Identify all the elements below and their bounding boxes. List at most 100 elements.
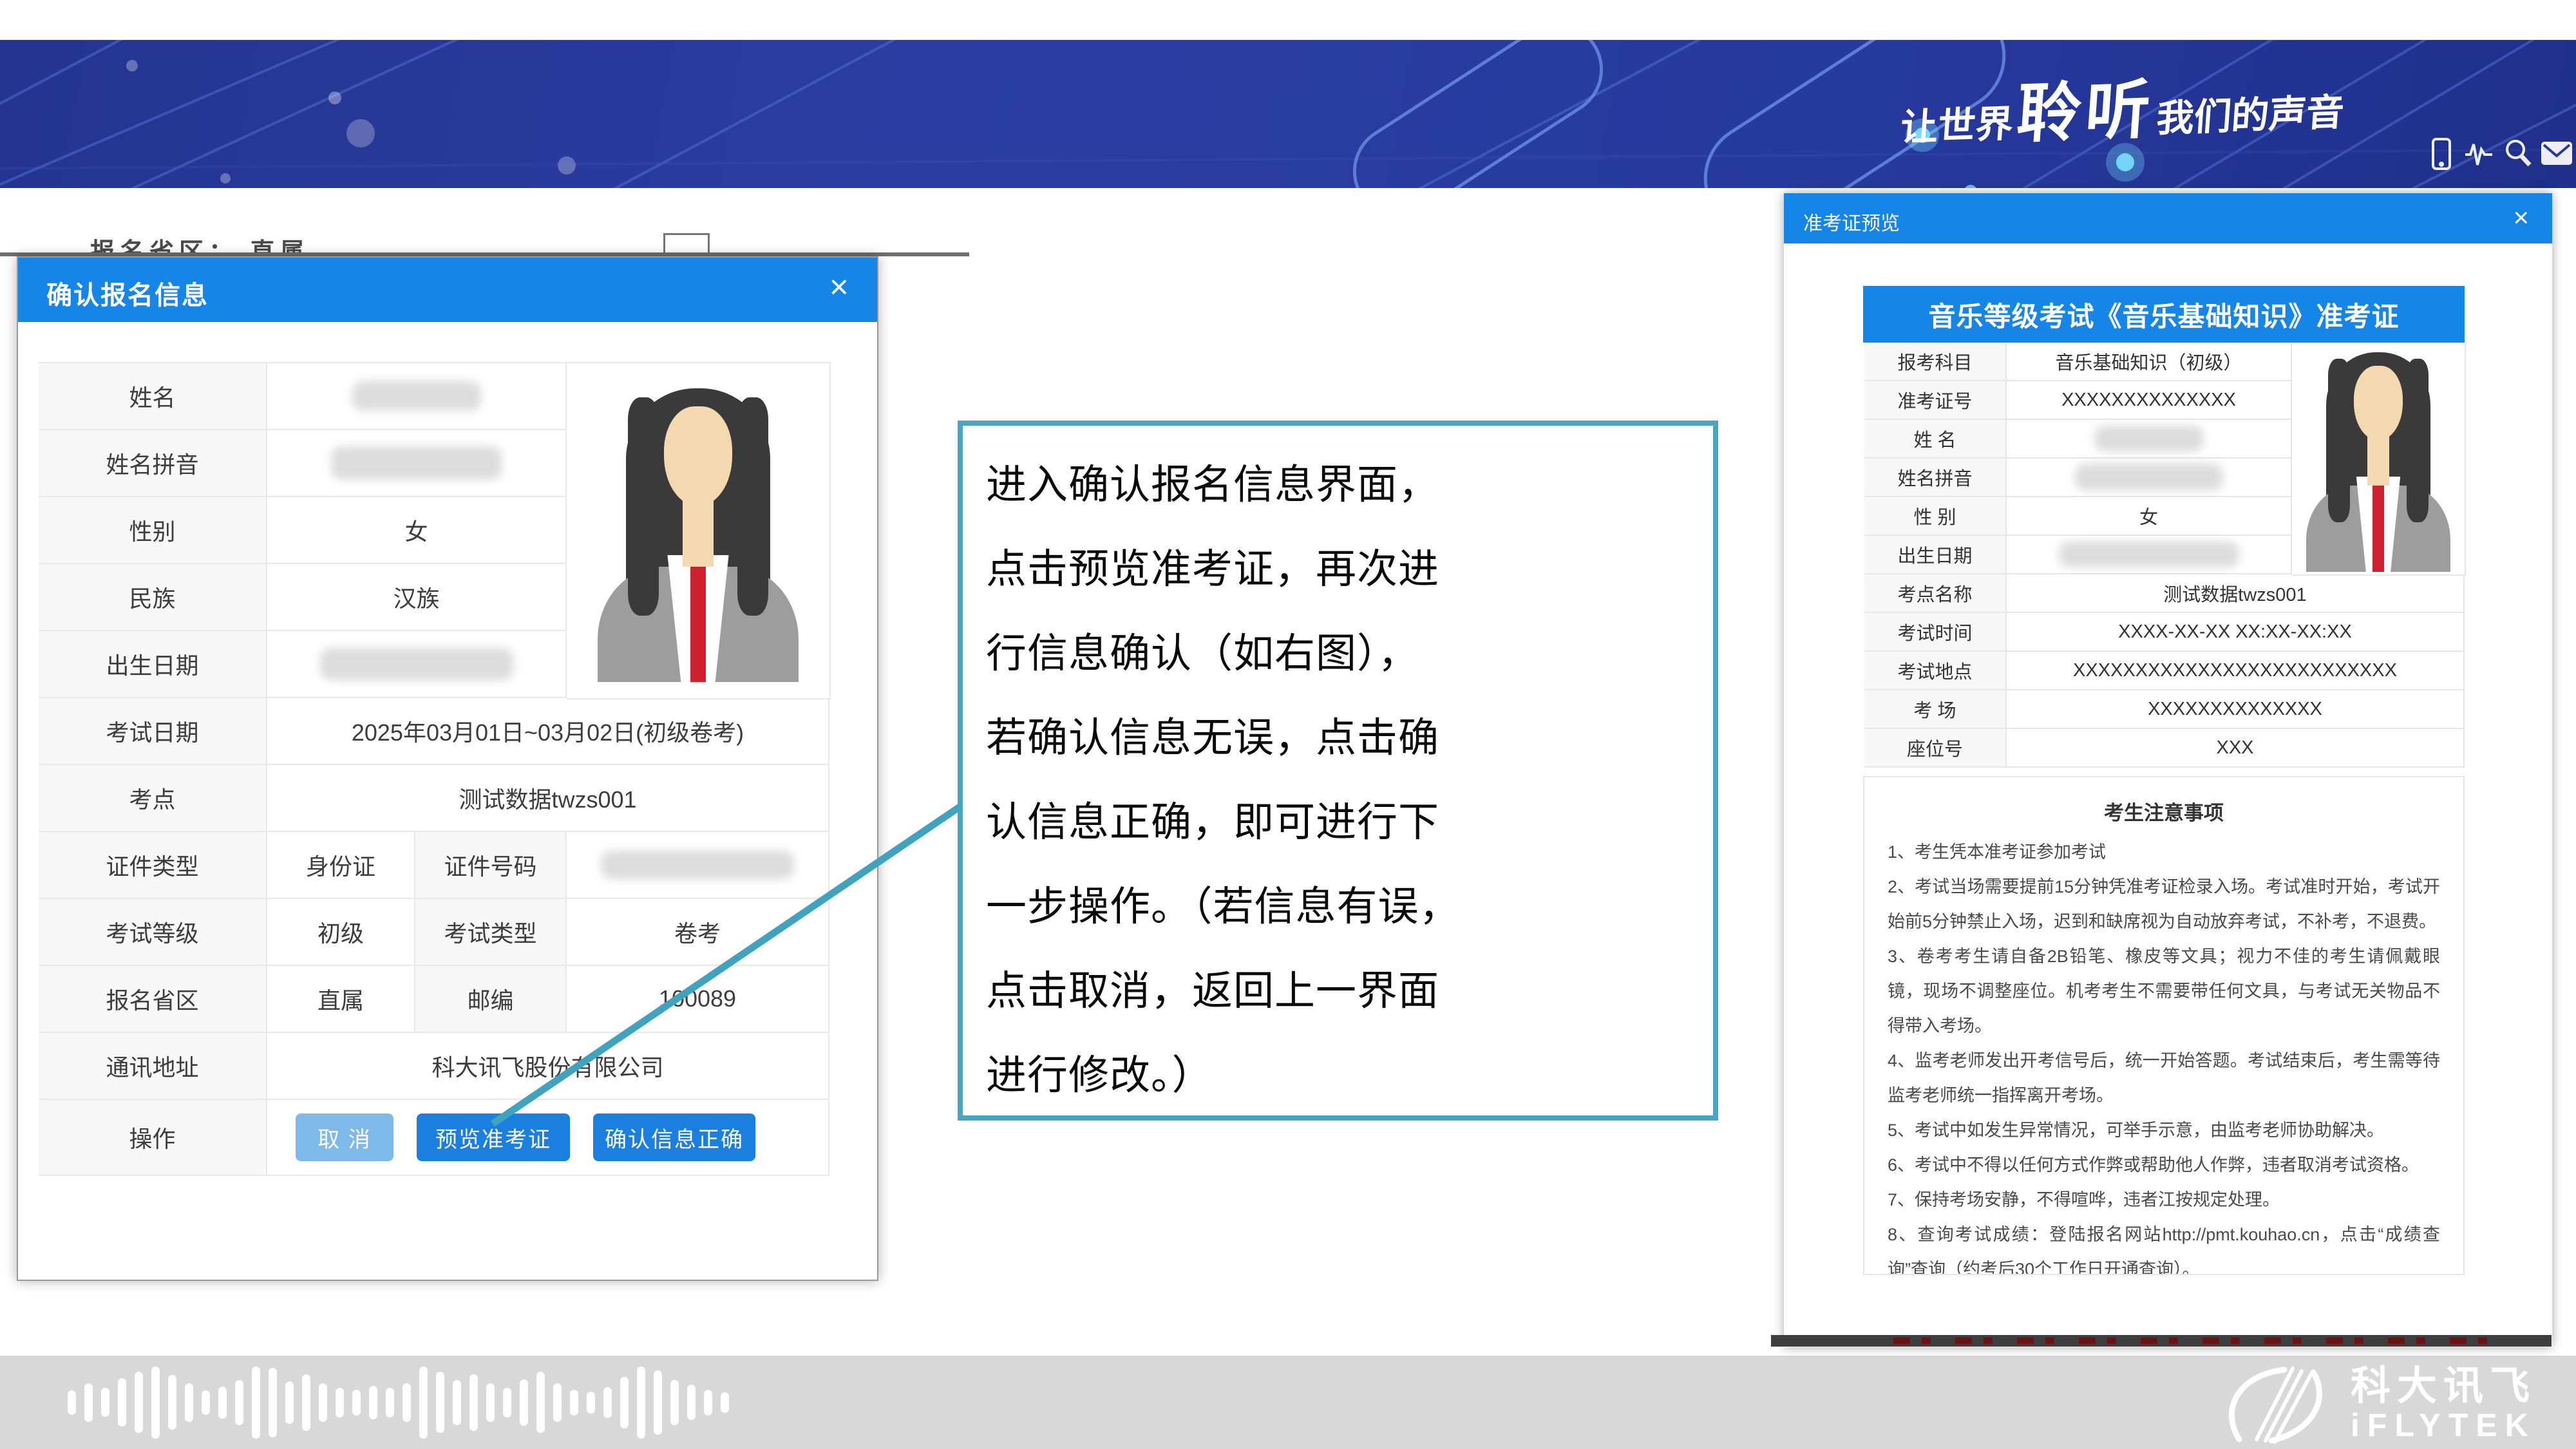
row-label: 报考科目 [1864, 343, 2007, 381]
instruction-text: 进入确认报名信息界面， 点击预览准考证，再次进 行信息确认（如右图）， 若确认信… [986, 442, 1694, 1117]
table-row: 报名省区 直属 邮编 100089 [39, 966, 829, 1033]
note-item: 1、考生凭本准考证参加考试 [1888, 835, 2440, 869]
confirm-info-button[interactable]: 确认信息正确 [593, 1113, 755, 1161]
mobile-icon [2433, 139, 2450, 169]
slogan-part-3: 我们的声音 [2155, 90, 2345, 140]
ticket-row: 座位号 XXX [1864, 729, 2465, 768]
row-label: 考试时间 [1864, 613, 2007, 652]
ticket-row: 考试地点 XXXXXXXXXXXXXXXXXXXXXXXXXX [1864, 652, 2465, 690]
actions-cell: 取 消 预览准考证 确认信息正确 [267, 1100, 829, 1176]
table-row: 考点 测试数据twzs001 [39, 765, 829, 832]
cancel-button[interactable]: 取 消 [296, 1113, 393, 1161]
modal-header: 确认报名信息 × [18, 258, 877, 322]
table-row: 考试等级 初级 考试类型 卷考 [39, 899, 829, 966]
row-value: XXX [2007, 729, 2465, 768]
row-label: 考试等级 [39, 899, 267, 966]
row-value-masked [267, 363, 567, 430]
row-label: 民族 [39, 564, 267, 631]
row-label: 出生日期 [1864, 536, 2007, 574]
note-item: 3、卷考考生请自备2B铅笔、橡皮等文具；视力不佳的考生请佩戴眼镜，现场不调整座位… [1888, 939, 2440, 1043]
registration-table: 姓名 姓名拼音 性别 女 民族 汉族 出生日期 [37, 362, 831, 363]
brand-name-zh: 科大讯飞 [2351, 1367, 2536, 1406]
row-label: 考点 [39, 765, 267, 832]
banner-slogan: 让世界 聆听 我们的声音 [1899, 50, 2348, 159]
note-item: 2、考试当场需要提前15分钟凭准考证检录入场。考试准时开始，考试开始前5分钟禁止… [1888, 869, 2440, 939]
preview-ticket-button[interactable]: 预览准考证 [417, 1113, 570, 1161]
row-value: XXXXXXXXXXXXXXXXXXXXXXXXXX [2007, 652, 2465, 690]
brand-name-en: iFLYTEK [2351, 1409, 2536, 1441]
row-label: 姓名拼音 [39, 430, 267, 497]
row-label: 姓名 [39, 363, 267, 430]
masked-value [601, 851, 794, 879]
slogan-part-2: 聆听 [2014, 71, 2157, 151]
search-icon [2507, 141, 2530, 165]
audio-waveform-logo [68, 1356, 729, 1449]
masked-value [352, 381, 481, 411]
ticket-photo [2300, 345, 2457, 572]
row-label-2: 证件号码 [415, 832, 567, 899]
row-label: 考试地点 [1864, 652, 2007, 690]
masked-value [2075, 464, 2223, 491]
row-value-masked [2007, 459, 2292, 497]
masked-value [2059, 542, 2239, 567]
masked-value [331, 446, 502, 480]
note-item: 5、考试中如发生异常情况，可举手示意，由监考老师协助解决。 [1888, 1113, 2440, 1148]
row-value: XXXXXXXXXXXXXX [2007, 381, 2292, 420]
masked-value [320, 648, 513, 680]
ticket-row: 考点名称 测试数据twzs001 [1864, 574, 2465, 613]
confirm-registration-modal: 确认报名信息 × 姓名 姓名拼音 性别 女 民族 汉族 [17, 256, 878, 1281]
row-label: 性 别 [1864, 497, 2007, 536]
top-banner: 让世界 聆听 我们的声音 [0, 40, 2576, 188]
row-label: 出生日期 [39, 631, 267, 698]
row-label-2: 考试类型 [415, 899, 567, 966]
page: 让世界 聆听 我们的声音 [0, 0, 2576, 1449]
iflytek-logo: 科大讯飞 iFLYTEK [2217, 1363, 2536, 1444]
row-label: 报名省区 [39, 966, 267, 1033]
clipped-red-text-bar [1771, 1335, 2552, 1347]
instruction-callout: 进入确认报名信息界面， 点击预览准考证，再次进 行信息确认（如右图）， 若确认信… [958, 421, 1718, 1121]
background-partial-row: 报名省区： 直属 [90, 232, 310, 255]
row-value: 音乐基础知识（初级） [2007, 343, 2292, 381]
row-value: 科大讯飞股份有限公司 [267, 1033, 829, 1100]
ticket-row: 考 场 XXXXXXXXXXXXXX [1864, 690, 2465, 729]
ticket-title: 音乐等级考试《音乐基础知识》准考证 [1863, 286, 2465, 343]
row-label: 准考证号 [1864, 381, 2007, 420]
row-value-masked [2007, 536, 2292, 574]
close-icon[interactable]: × [2513, 202, 2529, 233]
row-value: 汉族 [267, 564, 567, 631]
row-label: 姓名拼音 [1864, 459, 2007, 497]
row-value: 2025年03月01日~03月02日(初级卷考) [267, 698, 829, 765]
table-row-actions: 操作 取 消 预览准考证 确认信息正确 [39, 1100, 829, 1176]
row-label: 考 场 [1864, 690, 2007, 729]
row-label: 操作 [39, 1100, 267, 1176]
applicant-photo [589, 379, 808, 682]
row-label-2: 邮编 [415, 966, 567, 1033]
candidate-notes: 考生注意事项 1、考生凭本准考证参加考试 2、考试当场需要提前15分钟凭准考证检… [1863, 776, 2465, 1275]
row-value-masked [267, 631, 567, 698]
applicant-photo-cell [567, 363, 831, 699]
row-label: 考点名称 [1864, 574, 2007, 613]
footer: 科大讯飞 iFLYTEK [0, 1356, 2576, 1449]
row-value: 女 [2007, 497, 2292, 536]
mail-icon [2543, 143, 2571, 164]
preview-panel-title: 准考证预览 [1803, 207, 1900, 236]
waveform-icon [2465, 144, 2492, 165]
table-row: 考试日期 2025年03月01日~03月02日(初级卷考) [39, 698, 829, 765]
row-value: 测试数据twzs001 [2007, 574, 2465, 613]
ticket-photo-cell [2292, 343, 2466, 576]
row-value-masked [267, 430, 567, 497]
row-label: 性别 [39, 497, 267, 564]
row-value: XXXX-XX-XX XX:XX-XX:XX [2007, 613, 2465, 652]
row-value: 测试数据twzs001 [267, 765, 829, 832]
row-value-2: 卷考 [567, 899, 829, 966]
note-item: 7、保持考场安静，不得喧哗，违者江按规定处理。 [1888, 1182, 2440, 1217]
table-row: 证件类型 身份证 证件号码 [39, 832, 829, 899]
notes-title: 考生注意事项 [1888, 797, 2440, 826]
close-icon[interactable]: × [829, 268, 849, 307]
table-row: 通讯地址 科大讯飞股份有限公司 [39, 1033, 829, 1100]
row-label: 通讯地址 [39, 1033, 267, 1100]
row-value-2: 100089 [567, 966, 829, 1033]
modal-title: 确认报名信息 [46, 274, 209, 312]
note-item: 8、查询考试成绩：登陆报名网站http://pmt.kouhao.cn，点击“成… [1888, 1217, 2440, 1275]
iflytek-swoosh-icon [2217, 1363, 2339, 1444]
